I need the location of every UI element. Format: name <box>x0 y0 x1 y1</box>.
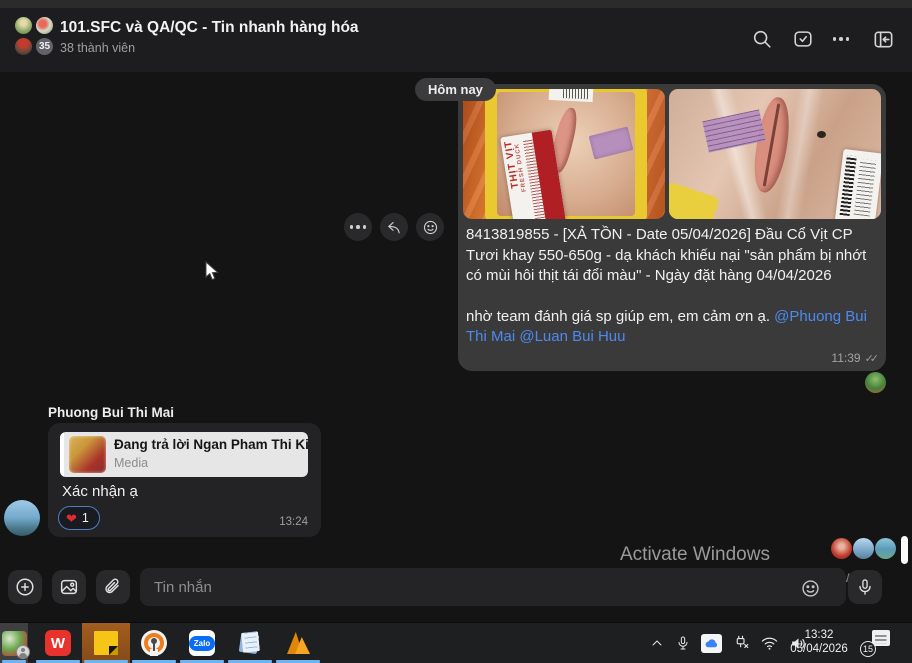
message-more-icon[interactable] <box>344 213 372 241</box>
sender-name: Phuong Bui Thi Mai <box>48 405 174 420</box>
seen-by-avatar[interactable] <box>865 372 886 393</box>
reply-quote[interactable]: Đang trả lời Ngan Pham Thi Kim Media <box>60 432 308 477</box>
photo2-barcode-label <box>834 148 881 219</box>
heart-reaction-icon: ❤ <box>66 510 77 526</box>
app-window: 35 101.SFC và QA/QC - Tin nhanh hàng hóa… <box>0 0 912 663</box>
voice-message-button[interactable] <box>848 570 882 604</box>
send-image-button[interactable] <box>52 570 86 604</box>
seen-avatar-3[interactable] <box>875 538 896 559</box>
activate-windows-watermark: Activate Windows <box>620 544 770 565</box>
reaction-count: 1 <box>81 511 89 525</box>
mention-luan[interactable]: @Luan Bui Huu <box>519 328 625 345</box>
group-avatar-member-1 <box>13 15 34 36</box>
message-main-text: 8413819855 - [XẢ TỒN - Date 05/04/2026] … <box>466 226 867 284</box>
group-member-count: 38 thành viên <box>60 41 136 55</box>
incoming-message-time: 13:24 <box>279 516 308 528</box>
group-avatar-member-3 <box>13 36 34 57</box>
outgoing-message-text: 8413819855 - [XẢ TỒN - Date 05/04/2026] … <box>466 225 876 348</box>
tray-date: 05/04/2026 <box>790 643 848 655</box>
more-options-icon[interactable] <box>828 26 854 52</box>
outgoing-message-bubble[interactable]: THỊT VỊT FRESH DUCK 8413819855 - [XẢ TỒN… <box>458 84 886 371</box>
product-photo-1[interactable]: THỊT VỊT FRESH DUCK <box>463 89 665 219</box>
task-board-icon[interactable] <box>790 26 816 52</box>
message-input[interactable] <box>140 568 846 606</box>
taskbar-app-zalo[interactable]: Zalo <box>178 623 226 663</box>
taskbar-app-openvpn[interactable] <box>130 623 178 663</box>
reply-quote-subtitle: Media <box>114 456 149 470</box>
taskbar-app-notepad[interactable] <box>226 623 274 663</box>
incoming-message-text: Xác nhận ạ <box>62 483 138 500</box>
message-hover-actions <box>344 213 444 241</box>
message-request-line: nhờ team đánh giá sp giúp em, em cảm ơn … <box>466 307 867 346</box>
reaction-pill[interactable]: ❤ 1 <box>58 506 100 530</box>
message-time: 11:39 <box>831 351 861 365</box>
tray-cloud-icon[interactable] <box>701 633 722 653</box>
sender-avatar[interactable] <box>4 500 40 536</box>
messaging-app-icon <box>1 630 30 659</box>
tray-time: 13:32 <box>804 629 834 641</box>
emoji-picker-icon[interactable] <box>798 576 822 600</box>
tray-expand-icon[interactable] <box>649 635 665 651</box>
taskbar-app-orange[interactable] <box>274 623 322 663</box>
reply-icon[interactable] <box>380 213 408 241</box>
windows-taskbar: W Zalo 13:32 05/04/2026 15 <box>0 622 912 663</box>
seen-avatar-1[interactable] <box>831 538 852 559</box>
taskbar-app-sticky-notes[interactable] <box>82 623 130 663</box>
sticky-notes-icon <box>94 631 118 655</box>
chat-header: 35 101.SFC và QA/QC - Tin nhanh hàng hóa… <box>0 8 912 72</box>
reply-quote-thumbnail <box>69 436 106 473</box>
seen-by-avatars <box>830 538 896 559</box>
taskbar-app-messaging[interactable] <box>0 623 30 663</box>
notification-center-icon[interactable]: 15 <box>860 629 890 657</box>
taskbar-app-wps[interactable]: W <box>34 623 82 663</box>
reply-quote-title: Đang trả lời Ngan Pham Thi Kim <box>114 437 308 452</box>
tray-wifi-icon[interactable] <box>760 634 779 653</box>
notepad-icon <box>238 631 262 655</box>
search-icon[interactable] <box>749 26 775 52</box>
incoming-message-bubble[interactable]: Đang trả lời Ngan Pham Thi Kim Media Xác… <box>48 423 321 537</box>
toggle-sidebar-icon[interactable] <box>870 26 896 52</box>
product-photo-2[interactable] <box>669 89 881 219</box>
photo1-top-sticker <box>548 89 594 103</box>
group-avatar-more-count: 35 <box>34 36 55 57</box>
seen-avatar-2[interactable] <box>853 538 874 559</box>
more-attachments-button[interactable] <box>8 570 42 604</box>
wps-office-icon: W <box>45 630 71 656</box>
orange-app-icon <box>285 630 311 656</box>
tray-microphone-icon[interactable] <box>675 635 691 651</box>
notification-count-badge: 15 <box>860 641 876 657</box>
read-receipt-icon: ✓✓ <box>864 353 880 365</box>
add-reaction-icon[interactable] <box>416 213 444 241</box>
group-avatar[interactable]: 35 <box>13 15 57 59</box>
zalo-icon: Zalo <box>188 630 216 656</box>
window-top-strip <box>0 0 912 8</box>
tray-power-plug-icon[interactable] <box>732 634 750 652</box>
tray-clock[interactable]: 13:32 05/04/2026 <box>788 628 850 656</box>
attach-file-button[interactable] <box>96 570 130 604</box>
openvpn-icon <box>141 630 167 656</box>
mouse-cursor <box>205 260 221 288</box>
scrollbar-thumb[interactable] <box>901 536 908 564</box>
group-title: 101.SFC và QA/QC - Tin nhanh hàng hóa <box>60 19 359 36</box>
message-meta: 11:39 ✓✓ <box>831 351 880 365</box>
date-divider: Hôm nay <box>415 78 496 101</box>
group-avatar-member-2 <box>34 15 55 36</box>
